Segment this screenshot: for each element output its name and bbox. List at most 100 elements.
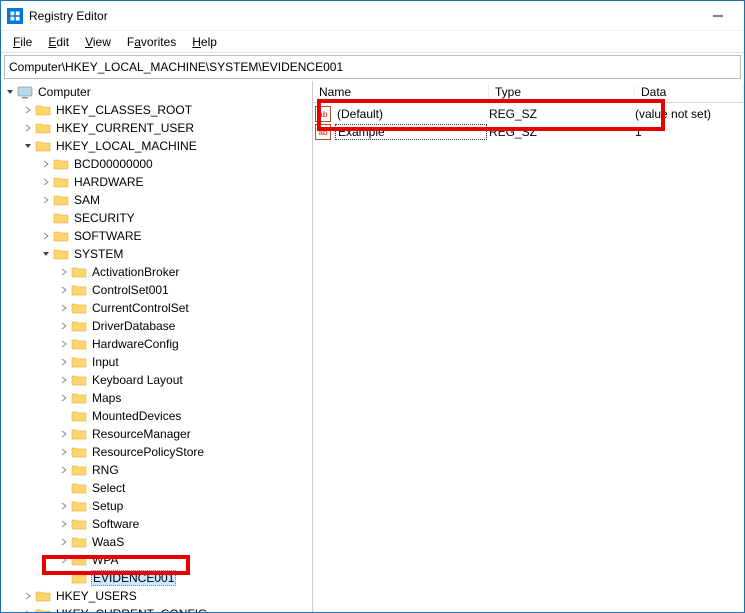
tree-setup[interactable]: Setup [57, 497, 312, 515]
menu-view[interactable]: View [77, 33, 119, 51]
tree-label: SOFTWARE [73, 229, 143, 243]
chevron-right-icon[interactable] [39, 178, 53, 186]
tree-rng[interactable]: RNG [57, 461, 312, 479]
list-body[interactable]: ab (Default) REG_SZ (value not set) ab E… [313, 103, 744, 612]
folder-icon [71, 481, 87, 495]
tree-software[interactable]: SOFTWARE [39, 227, 312, 245]
tree-keyboardlayout[interactable]: Keyboard Layout [57, 371, 312, 389]
tree-mounteddevices[interactable]: MountedDevices [57, 407, 312, 425]
tree-controlset001[interactable]: ControlSet001 [57, 281, 312, 299]
chevron-right-icon[interactable] [57, 520, 71, 528]
chevron-right-icon[interactable] [57, 376, 71, 384]
tree-hku[interactable]: HKEY_USERS [21, 587, 312, 605]
tree-software2[interactable]: Software [57, 515, 312, 533]
tree-label: MountedDevices [91, 409, 182, 423]
value-name: (Default) [335, 107, 487, 121]
value-row-default[interactable]: ab (Default) REG_SZ (value not set) [313, 105, 744, 123]
chevron-down-icon[interactable] [3, 88, 17, 96]
tree-hkcr[interactable]: HKEY_CLASSES_ROOT [21, 101, 312, 119]
tree-label: HKEY_CURRENT_CONFIG [55, 607, 208, 612]
tree-input[interactable]: Input [57, 353, 312, 371]
tree-bcd[interactable]: BCD00000000 [39, 155, 312, 173]
chevron-right-icon[interactable] [39, 160, 53, 168]
tree-label: WPA [91, 553, 119, 567]
tree-system[interactable]: SYSTEM [39, 245, 312, 263]
folder-icon [35, 607, 51, 612]
chevron-right-icon[interactable] [57, 556, 71, 564]
col-type[interactable]: Type [489, 85, 635, 99]
tree-currentcontrolset[interactable]: CurrentControlSet [57, 299, 312, 317]
tree-computer[interactable]: Computer [3, 83, 312, 101]
chevron-right-icon[interactable] [57, 466, 71, 474]
col-data[interactable]: Data [635, 85, 744, 99]
address-bar[interactable]: Computer\HKEY_LOCAL_MACHINE\SYSTEM\EVIDE… [4, 55, 741, 79]
chevron-right-icon[interactable] [57, 322, 71, 330]
menu-help[interactable]: Help [184, 33, 225, 51]
string-value-icon: ab [315, 124, 331, 140]
folder-icon [71, 553, 87, 567]
chevron-down-icon[interactable] [39, 250, 53, 258]
folder-icon [71, 265, 87, 279]
tree-wpa[interactable]: WPA [57, 551, 312, 569]
chevron-right-icon[interactable] [57, 304, 71, 312]
tree-hardware[interactable]: HARDWARE [39, 173, 312, 191]
tree-activationbroker[interactable]: ActivationBroker [57, 263, 312, 281]
tree-driverdatabase[interactable]: DriverDatabase [57, 317, 312, 335]
tree-resourcepolicystore[interactable]: ResourcePolicyStore [57, 443, 312, 461]
value-data: (value not set) [633, 107, 744, 121]
list-header[interactable]: Name Type Data [313, 81, 744, 103]
folder-icon [53, 211, 69, 225]
chevron-down-icon[interactable] [21, 142, 35, 150]
folder-icon [35, 589, 51, 603]
minimize-button[interactable] [698, 2, 738, 30]
chevron-right-icon[interactable] [57, 394, 71, 402]
folder-icon [71, 535, 87, 549]
chevron-right-icon[interactable] [57, 268, 71, 276]
chevron-right-icon[interactable] [39, 196, 53, 204]
chevron-right-icon[interactable] [57, 340, 71, 348]
folder-icon [53, 229, 69, 243]
tree-resourcemanager[interactable]: ResourceManager [57, 425, 312, 443]
menu-favorites[interactable]: Favorites [119, 33, 184, 51]
chevron-right-icon[interactable] [21, 106, 35, 114]
tree-maps[interactable]: Maps [57, 389, 312, 407]
menu-file[interactable]: File [5, 33, 40, 51]
value-type: REG_SZ [487, 107, 633, 121]
tree-hkcc[interactable]: HKEY_CURRENT_CONFIG [21, 605, 312, 612]
folder-icon [53, 247, 69, 261]
chevron-right-icon[interactable] [39, 232, 53, 240]
tree-security[interactable]: SECURITY [39, 209, 312, 227]
tree-label: Setup [91, 499, 124, 513]
chevron-right-icon[interactable] [21, 124, 35, 132]
chevron-right-icon[interactable] [21, 610, 35, 612]
tree-hklm[interactable]: HKEY_LOCAL_MACHINE [21, 137, 312, 155]
folder-icon [71, 517, 87, 531]
value-row-example[interactable]: ab Example REG_SZ 1 [313, 123, 744, 141]
folder-icon [35, 139, 51, 153]
window-title: Registry Editor [29, 9, 698, 23]
chevron-right-icon[interactable] [57, 430, 71, 438]
tree-label: EVIDENCE001 [91, 570, 176, 586]
tree-sam[interactable]: SAM [39, 191, 312, 209]
folder-icon [53, 193, 69, 207]
chevron-right-icon[interactable] [57, 502, 71, 510]
tree-pane[interactable]: Computer HKEY_CLASSES_ROOT HKEY_CURRENT_… [1, 81, 313, 612]
tree-hkcu[interactable]: HKEY_CURRENT_USER [21, 119, 312, 137]
tree-label: WaaS [91, 535, 125, 549]
tree-hardwareconfig[interactable]: HardwareConfig [57, 335, 312, 353]
chevron-right-icon[interactable] [57, 358, 71, 366]
chevron-right-icon[interactable] [57, 538, 71, 546]
folder-icon [71, 409, 87, 423]
chevron-right-icon[interactable] [21, 592, 35, 600]
tree-label: ResourcePolicyStore [91, 445, 205, 459]
computer-icon [17, 85, 33, 99]
col-name[interactable]: Name [313, 85, 489, 99]
value-name-editing[interactable]: Example [335, 124, 487, 140]
folder-icon [71, 499, 87, 513]
menu-edit[interactable]: Edit [40, 33, 77, 51]
chevron-right-icon[interactable] [57, 448, 71, 456]
tree-evidence001[interactable]: EVIDENCE001 [57, 569, 312, 587]
chevron-right-icon[interactable] [57, 286, 71, 294]
tree-select[interactable]: Select [57, 479, 312, 497]
tree-waas[interactable]: WaaS [57, 533, 312, 551]
